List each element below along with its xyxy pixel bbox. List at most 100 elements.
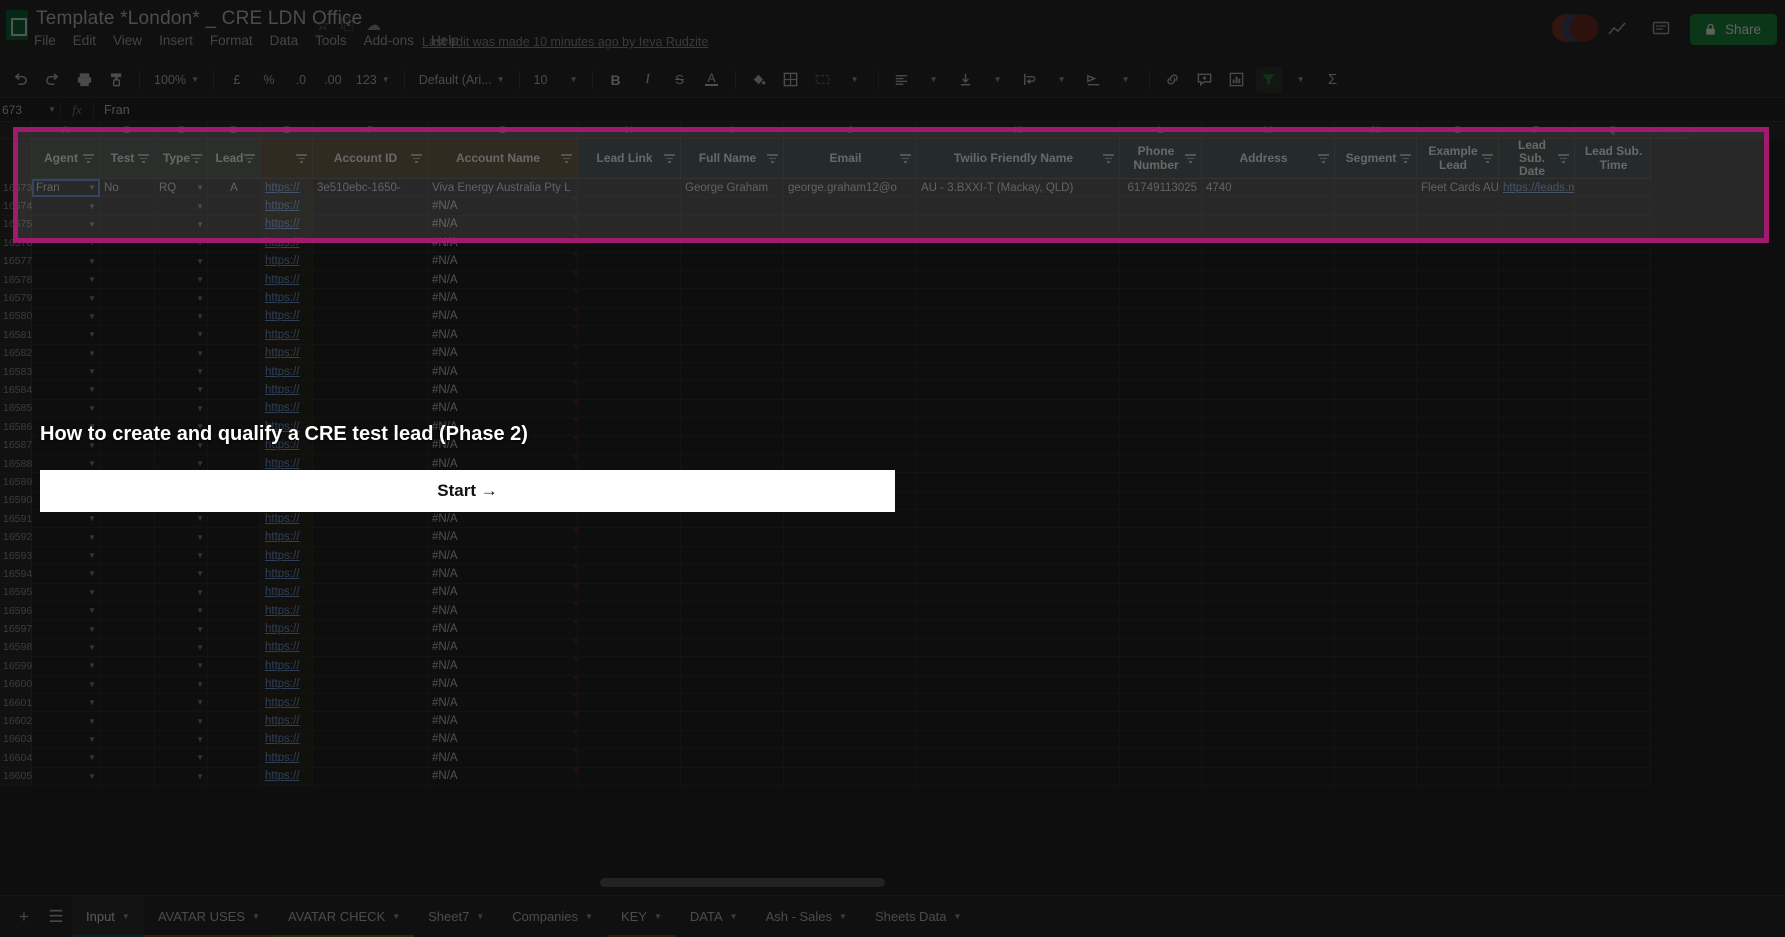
table-cell[interactable] <box>681 215 784 235</box>
chevron-down-icon[interactable]: ▼ <box>122 912 130 921</box>
tutorial-start-button[interactable]: Start → <box>40 470 895 512</box>
document-title[interactable]: Template *London* _ CRE LDN Office <box>36 8 362 30</box>
collaborator-avatars[interactable] <box>1551 12 1598 46</box>
table-cell[interactable] <box>578 528 681 547</box>
table-cell[interactable] <box>681 601 784 621</box>
table-cell[interactable] <box>1575 565 1651 584</box>
table-cell[interactable] <box>1202 454 1335 474</box>
chevron-down-icon[interactable]: ▼ <box>196 569 204 578</box>
table-cell[interactable] <box>1202 601 1335 621</box>
chevron-down-icon[interactable]: ▼ <box>196 183 204 192</box>
table-cell[interactable] <box>1120 749 1202 768</box>
table-cell[interactable] <box>313 436 428 455</box>
print-icon[interactable] <box>71 67 97 93</box>
table-cell[interactable] <box>1120 234 1202 253</box>
table-cell[interactable] <box>1499 252 1575 271</box>
chevron-down-icon[interactable]: ▼ <box>88 698 96 707</box>
filter-icon[interactable] <box>138 154 149 163</box>
table-cell[interactable] <box>578 693 681 713</box>
table-cell[interactable]: https:// <box>261 712 313 731</box>
table-cell[interactable] <box>313 693 428 713</box>
table-cell[interactable] <box>313 712 428 731</box>
table-cell[interactable] <box>100 601 155 621</box>
table-cell[interactable] <box>917 270 1120 290</box>
table-cell[interactable]: ▼ <box>32 289 100 308</box>
table-cell[interactable]: ▼ <box>32 510 100 529</box>
table-cell[interactable] <box>917 381 1120 400</box>
chevron-down-icon[interactable]: ▼ <box>196 772 204 781</box>
table-cell[interactable] <box>578 234 681 253</box>
chevron-down-icon[interactable]: ▼ <box>88 422 96 431</box>
table-cell[interactable]: Fran ▼ <box>32 179 100 198</box>
table-cell[interactable]: ▼ <box>155 528 208 547</box>
table-cell[interactable] <box>1335 215 1417 235</box>
table-cell[interactable]: ▼ <box>32 712 100 731</box>
table-cell[interactable] <box>313 675 428 694</box>
row-number[interactable]: 16576 <box>0 234 32 253</box>
chevron-down-icon[interactable]: ▼ <box>196 238 204 247</box>
filter-icon[interactable] <box>1558 154 1569 163</box>
table-cell[interactable] <box>1417 270 1499 290</box>
table-cell[interactable] <box>1499 399 1575 419</box>
table-cell[interactable] <box>208 197 261 216</box>
row-number[interactable]: 16578 <box>0 270 32 290</box>
table-cell[interactable] <box>1335 712 1417 731</box>
table-cell[interactable]: ▼ <box>155 270 208 290</box>
table-cell[interactable] <box>100 546 155 566</box>
strikethrough-button[interactable]: S <box>667 67 693 93</box>
table-cell[interactable] <box>578 620 681 639</box>
table-cell[interactable]: AU - 3.BXXI-T (Mackay, QLD) <box>917 179 1120 198</box>
filter-icon[interactable] <box>1318 154 1329 163</box>
table-cell[interactable] <box>313 197 428 216</box>
table-cell[interactable] <box>1575 362 1651 382</box>
table-cell[interactable]: https:// <box>261 197 313 216</box>
chevron-down-icon[interactable]: ▼ <box>196 202 204 211</box>
table-cell[interactable]: https:// <box>261 767 313 786</box>
table-cell[interactable] <box>1575 620 1651 639</box>
table-cell[interactable] <box>681 326 784 345</box>
table-cell[interactable] <box>784 326 917 345</box>
table-cell[interactable] <box>1335 197 1417 216</box>
table-cell[interactable] <box>1120 730 1202 750</box>
table-cell[interactable] <box>578 252 681 271</box>
table-cell[interactable]: https:// <box>261 215 313 235</box>
table-cell[interactable] <box>1499 767 1575 786</box>
table-cell[interactable]: No <box>100 179 155 198</box>
table-cell[interactable] <box>313 234 428 253</box>
table-cell[interactable] <box>784 197 917 216</box>
sheet-tab-data[interactable]: DATA ▼ <box>676 896 752 937</box>
table-row[interactable]: 16574 ▼ ▼ https:// #N/A <box>0 197 1785 216</box>
text-color-button[interactable]: A <box>699 67 725 93</box>
table-cell[interactable]: ▼ <box>155 362 208 382</box>
table-cell[interactable] <box>208 399 261 419</box>
table-cell[interactable] <box>1417 749 1499 768</box>
table-cell[interactable] <box>578 197 681 216</box>
table-row[interactable]: 16578 ▼ ▼ https:// #N/A <box>0 270 1785 290</box>
table-row[interactable]: 16601 ▼ ▼ https:// #N/A <box>0 693 1785 713</box>
table-cell[interactable] <box>208 767 261 786</box>
chevron-down-icon[interactable]: ▼ <box>88 202 96 211</box>
table-cell[interactable] <box>100 693 155 713</box>
table-cell[interactable] <box>1202 252 1335 271</box>
nav-prev-icon[interactable]: ◂ <box>1663 126 1667 135</box>
table-cell[interactable] <box>1120 583 1202 602</box>
table-cell[interactable] <box>1335 583 1417 602</box>
row-number[interactable]: 16596 <box>0 601 32 621</box>
table-cell[interactable]: https:// <box>261 601 313 621</box>
table-cell[interactable] <box>1417 620 1499 639</box>
borders-icon[interactable] <box>778 67 804 93</box>
chevron-down-icon[interactable]: ▼ <box>196 514 204 523</box>
table-cell[interactable] <box>578 712 681 731</box>
table-cell[interactable] <box>784 381 917 400</box>
table-cell[interactable] <box>1575 712 1651 731</box>
table-cell[interactable]: ▼ <box>32 657 100 676</box>
table-cell[interactable] <box>208 510 261 529</box>
chevron-down-icon[interactable]: ▼ <box>88 551 96 560</box>
table-cell[interactable] <box>1575 510 1651 529</box>
table-cell[interactable]: A <box>208 179 261 198</box>
table-cell[interactable] <box>1120 215 1202 235</box>
chevron-down-icon[interactable]: ▼ <box>88 183 96 192</box>
table-row[interactable]: 16576 ▼ ▼ https:// #N/A <box>0 234 1785 253</box>
table-cell[interactable] <box>1499 326 1575 345</box>
table-row[interactable]: 16596 ▼ ▼ https:// #N/A <box>0 601 1785 621</box>
